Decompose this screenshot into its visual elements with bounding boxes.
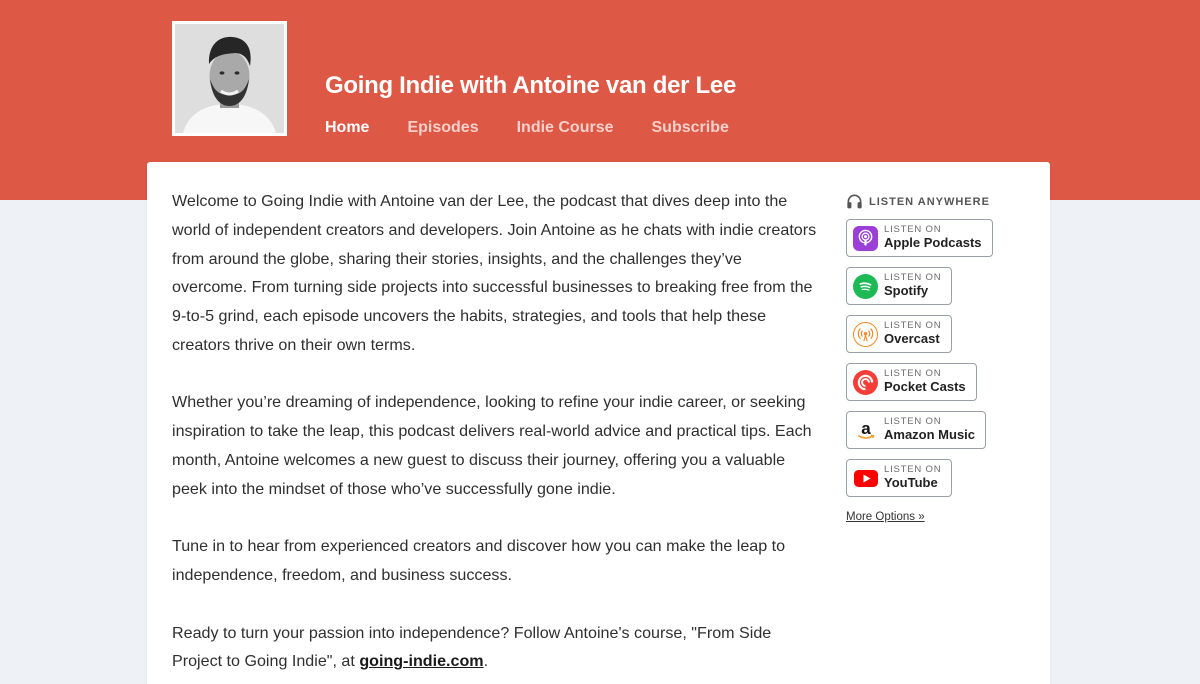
main-content: Welcome to Going Indie with Antoine van … xyxy=(172,187,817,684)
listen-spotify-button[interactable]: LISTEN ON Spotify xyxy=(846,267,953,305)
site-title: Going Indie with Antoine van der Lee xyxy=(325,72,737,99)
nav-item-subscribe[interactable]: Subscribe xyxy=(652,119,729,137)
platform-name: YouTube xyxy=(884,474,938,490)
tune-in-paragraph: Tune in to hear from experienced creator… xyxy=(172,537,786,585)
platform-name: Pocket Casts xyxy=(884,378,966,394)
listen-sidebar: LISTEN ANYWHERE LISTEN ON Apple Podcasts xyxy=(846,194,1036,525)
avatar xyxy=(172,21,287,136)
listen-pocket-casts-button[interactable]: LISTEN ON Pocket Casts xyxy=(846,363,977,401)
nav-item-indie-course[interactable]: Indie Course xyxy=(517,119,614,137)
spotify-icon xyxy=(853,273,878,299)
nav-item-home[interactable]: Home xyxy=(325,119,369,137)
platform-name: Spotify xyxy=(884,282,929,298)
cta-paragraph: Ready to turn your passion into independ… xyxy=(172,619,817,677)
amazon-music-icon: a xyxy=(853,417,878,443)
listen-heading: LISTEN ANYWHERE xyxy=(846,194,1036,209)
platform-name: Overcast xyxy=(884,330,940,346)
platform-name: Apple Podcasts xyxy=(884,234,982,250)
listen-youtube-button[interactable]: LISTEN ON YouTube xyxy=(846,459,953,497)
svg-text:a: a xyxy=(861,419,871,438)
platform-name: Amazon Music xyxy=(884,426,976,442)
listen-overcast-button[interactable]: LISTEN ON Overcast xyxy=(846,315,953,353)
course-link[interactable]: going-indie.com xyxy=(359,652,483,670)
main-nav: Home Episodes Indie Course Subscribe xyxy=(325,119,729,137)
content-card: Welcome to Going Indie with Antoine van … xyxy=(147,162,1050,684)
headphones-icon xyxy=(847,194,862,209)
host-photo xyxy=(175,24,284,133)
description-paragraph: Whether you’re dreaming of independence,… xyxy=(172,393,812,498)
listen-apple-podcasts-button[interactable]: LISTEN ON Apple Podcasts xyxy=(846,219,993,257)
pocket-casts-icon xyxy=(853,369,878,395)
more-options-link[interactable]: More Options » xyxy=(846,511,925,523)
cta-suffix: . xyxy=(483,652,489,671)
apple-podcasts-icon xyxy=(853,225,878,251)
intro-paragraph: Welcome to Going Indie with Antoine van … xyxy=(172,192,817,354)
listen-amazon-music-button[interactable]: a LISTEN ON Amazon Music xyxy=(846,411,987,449)
overcast-icon xyxy=(853,321,878,347)
listen-heading-text: LISTEN ANYWHERE xyxy=(869,195,990,208)
nav-item-episodes[interactable]: Episodes xyxy=(407,119,478,137)
youtube-icon xyxy=(853,465,878,491)
